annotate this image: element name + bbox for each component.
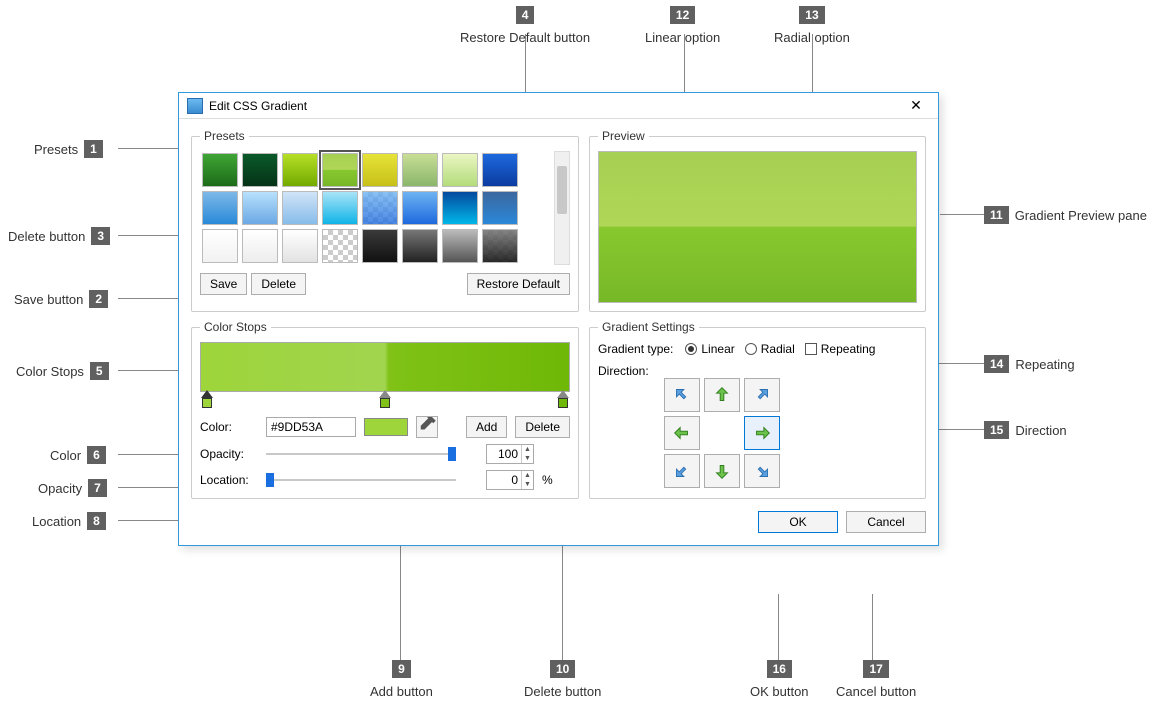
preset-swatch[interactable] [362, 153, 398, 187]
callout-8: Location8 [32, 512, 106, 530]
app-icon [187, 98, 203, 114]
callout-12: Linear option12 [645, 6, 720, 45]
percent-label: % [542, 473, 553, 487]
color-stop-marker[interactable] [201, 390, 213, 408]
callout-7: Opacity7 [38, 479, 107, 497]
callout-13: Radial option13 [774, 6, 850, 45]
preset-swatch[interactable] [202, 153, 238, 187]
add-stop-button[interactable]: Add [466, 416, 507, 438]
cancel-button[interactable]: Cancel [846, 511, 926, 533]
location-slider[interactable] [266, 472, 456, 488]
preset-swatch[interactable] [282, 153, 318, 187]
titlebar: Edit CSS Gradient ✕ [179, 93, 938, 119]
location-label: Location: [200, 473, 258, 487]
location-input[interactable] [487, 471, 521, 489]
color-sample[interactable] [364, 418, 408, 436]
color-label: Color: [200, 420, 258, 434]
callout-14: Repeating14 [984, 355, 1075, 373]
preset-swatch[interactable] [482, 229, 518, 263]
color-stop-marker[interactable] [557, 390, 569, 408]
presets-group: Presets [191, 129, 579, 312]
location-spinner[interactable]: ▲▼ [486, 470, 534, 490]
preset-swatch[interactable] [482, 191, 518, 225]
opacity-input[interactable] [487, 445, 521, 463]
dialog-title: Edit CSS Gradient [209, 99, 902, 113]
callout-2: Save button2 [14, 290, 108, 308]
direction-n-button[interactable] [704, 378, 740, 412]
callout-17: 17Cancel button [836, 660, 916, 699]
preset-swatch[interactable] [282, 229, 318, 263]
preset-swatch[interactable] [402, 229, 438, 263]
direction-s-button[interactable] [704, 454, 740, 488]
color-stop-marker[interactable] [379, 390, 391, 408]
save-button[interactable]: Save [200, 273, 247, 295]
callout-3: Delete button3 [8, 227, 110, 245]
opacity-slider[interactable] [266, 446, 456, 462]
delete-stop-button[interactable]: Delete [515, 416, 570, 438]
callout-4: Restore Default button4 [460, 6, 590, 45]
opacity-label: Opacity: [200, 447, 258, 461]
direction-se-button[interactable] [744, 454, 780, 488]
gradient-dialog: Edit CSS Gradient ✕ Presets [178, 92, 939, 546]
direction-ne-button[interactable] [744, 378, 780, 412]
callout-10: 10Delete button [524, 660, 601, 699]
callout-5: Color Stops5 [16, 362, 109, 380]
direction-sw-button[interactable] [664, 454, 700, 488]
preset-swatch[interactable] [322, 153, 358, 187]
preview-group: Preview [589, 129, 926, 312]
colorstops-legend: Color Stops [200, 320, 271, 334]
colorstops-group: Color Stops Color: Add Delete [191, 320, 579, 499]
callout-9: 9Add button [370, 660, 433, 699]
preset-swatch[interactable] [242, 229, 278, 263]
preview-legend: Preview [598, 129, 649, 143]
preset-swatch[interactable] [282, 191, 318, 225]
direction-nw-button[interactable] [664, 378, 700, 412]
color-input[interactable] [266, 417, 356, 437]
callout-1: Presets1 [34, 140, 103, 158]
callout-6: Color6 [50, 446, 106, 464]
preset-swatch[interactable] [442, 153, 478, 187]
preset-swatch[interactable] [362, 229, 398, 263]
preset-scrollbar[interactable] [554, 151, 570, 265]
settings-legend: Gradient Settings [598, 320, 699, 334]
gradient-preview-pane [598, 151, 917, 303]
settings-group: Gradient Settings Gradient type: Linear … [589, 320, 926, 499]
preset-swatch[interactable] [402, 191, 438, 225]
preset-swatch[interactable] [242, 153, 278, 187]
gradient-bar[interactable] [200, 342, 570, 392]
presets-legend: Presets [200, 129, 249, 143]
delete-preset-button[interactable]: Delete [251, 273, 306, 295]
callout-16: 16OK button [750, 660, 809, 699]
preset-swatch[interactable] [202, 191, 238, 225]
preset-swatch[interactable] [402, 153, 438, 187]
preset-swatch[interactable] [442, 191, 478, 225]
preset-swatch[interactable] [202, 229, 238, 263]
preset-swatch[interactable] [322, 229, 358, 263]
callout-11: Gradient Preview pane11 [984, 206, 1147, 224]
opacity-spinner[interactable]: ▲▼ [486, 444, 534, 464]
radial-radio[interactable]: Radial [745, 342, 795, 356]
direction-e-button[interactable] [744, 416, 780, 450]
direction-w-button[interactable] [664, 416, 700, 450]
repeating-checkbox[interactable]: Repeating [805, 342, 876, 356]
preset-swatch[interactable] [482, 153, 518, 187]
gradient-type-label: Gradient type: [598, 342, 673, 356]
direction-label: Direction: [598, 364, 658, 378]
callout-15: Direction15 [984, 421, 1067, 439]
direction-grid [664, 378, 917, 488]
restore-default-button[interactable]: Restore Default [467, 273, 570, 295]
ok-button[interactable]: OK [758, 511, 838, 533]
linear-radio[interactable]: Linear [685, 342, 734, 356]
preset-swatch[interactable] [242, 191, 278, 225]
preset-swatches [200, 151, 548, 265]
preset-swatch[interactable] [362, 191, 398, 225]
preset-swatch[interactable] [442, 229, 478, 263]
close-button[interactable]: ✕ [902, 97, 930, 114]
preset-swatch[interactable] [322, 191, 358, 225]
eyedropper-button[interactable] [416, 416, 438, 438]
